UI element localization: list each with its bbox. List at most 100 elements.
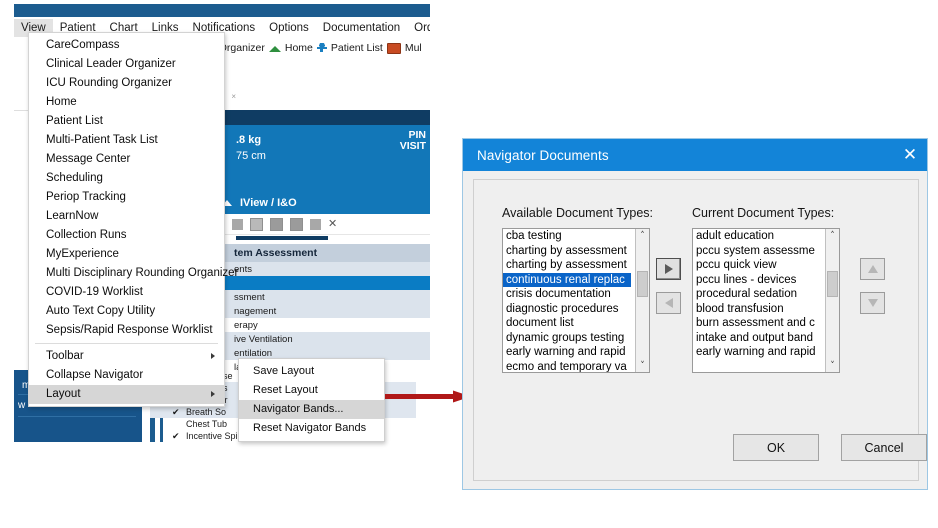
available-list-items[interactable]: cba testing charting by assessment chart… — [503, 229, 631, 373]
list-item[interactable]: crisis documentation — [503, 287, 631, 302]
scrollbar-thumb[interactable] — [637, 271, 648, 297]
menu-item-icu-rounding-organizer[interactable]: ICU Rounding Organizer — [29, 74, 224, 93]
menu-item-learnnow[interactable]: LearnNow — [29, 207, 224, 226]
submenu-item-reset-navigator-bands[interactable]: Reset Navigator Bands — [239, 419, 384, 438]
chevron-right-icon — [211, 353, 215, 359]
menu-item-collapse-navigator[interactable]: Collapse Navigator — [29, 366, 224, 385]
toolbar-multi-label[interactable]: Mul — [405, 42, 422, 54]
remove-document-button[interactable] — [656, 292, 681, 314]
menu-item-carecompass[interactable]: CareCompass — [29, 36, 224, 55]
current-list-scrollbar[interactable]: ˄ ˅ — [825, 229, 839, 372]
toolbar-patient-list-label[interactable]: Patient List — [331, 42, 383, 54]
document-icon[interactable] — [250, 217, 263, 231]
menu-item-patient-list[interactable]: Patient List — [29, 112, 224, 131]
available-list-scrollbar[interactable]: ˄ ˅ — [635, 229, 649, 372]
menu-item-myexperience[interactable]: MyExperience — [29, 245, 224, 264]
list-item-selected[interactable]: continuous renal replac — [503, 272, 631, 287]
app-title-bar — [14, 4, 430, 17]
list-item[interactable]: intake and output band — [693, 331, 821, 346]
toolbar-home-label[interactable]: Home — [285, 42, 313, 54]
menu-item-toolbar-label: Toolbar — [46, 350, 84, 362]
menu-item-toolbar[interactable]: Toolbar — [29, 347, 224, 366]
list-item[interactable]: burn assessment and c — [693, 316, 821, 331]
menu-item-clinical-leader-organizer[interactable]: Clinical Leader Organizer — [29, 55, 224, 74]
menu-item-covid-19-worklist[interactable]: COVID-19 Worklist — [29, 283, 224, 302]
scroll-down-icon[interactable]: ˅ — [636, 359, 649, 372]
menu-item-auto-text-copy-utility[interactable]: Auto Text Copy Utility — [29, 302, 224, 321]
copy-icon[interactable] — [310, 218, 321, 230]
panel-divider — [18, 416, 136, 417]
available-document-types-listbox[interactable]: cba testing charting by assessment chart… — [502, 228, 650, 373]
arrow-up-icon — [867, 265, 878, 273]
list-item[interactable]: early warning and rapid — [503, 345, 631, 360]
list-item[interactable]: dynamic groups testing — [503, 331, 631, 346]
crossed-circle-icon[interactable] — [232, 218, 243, 230]
patient-banner: .8 kg 75 cm PIN VISIT — [212, 125, 430, 192]
menubar-item-documentation[interactable]: Documentation — [316, 19, 407, 37]
menu-item-message-center[interactable]: Message Center — [29, 150, 224, 169]
navigator-row-3[interactable]: nagement — [212, 304, 430, 318]
menu-item-scheduling[interactable]: Scheduling — [29, 169, 224, 188]
menubar-item-options[interactable]: Options — [262, 19, 316, 37]
move-up-button[interactable] — [860, 258, 885, 280]
list-item[interactable]: early warning and rapid — [693, 345, 821, 360]
layout-submenu[interactable]: Save Layout Reset Layout Navigator Bands… — [238, 358, 385, 442]
scrollbar-thumb[interactable] — [827, 271, 838, 297]
iview-io-band[interactable]: IView / I&O — [212, 192, 430, 214]
menu-item-multi-disciplinary-rounding-organizer[interactable]: Multi Disciplinary Rounding Organizer — [29, 264, 238, 283]
list-item[interactable]: pccu system assessme — [693, 244, 821, 259]
scroll-down-icon[interactable]: ˅ — [826, 359, 839, 372]
home-icon[interactable] — [268, 46, 281, 52]
scroll-up-icon[interactable]: ˄ — [826, 229, 839, 242]
list-item[interactable]: pccu lines - devices — [693, 273, 821, 288]
patient-weight: .8 kg — [236, 134, 262, 146]
close-icon[interactable]: ✕ — [893, 146, 927, 164]
red-annotation-arrow — [385, 390, 471, 403]
menu-item-sepsis-rapid-response-worklist[interactable]: Sepsis/Rapid Response Worklist — [29, 321, 224, 340]
list-item[interactable]: blood transfusion — [693, 302, 821, 317]
list-item[interactable]: adult education — [693, 229, 821, 244]
navigator-row-0[interactable]: ents — [212, 262, 430, 276]
add-document-button[interactable] — [656, 258, 681, 280]
square-icon[interactable] — [290, 217, 303, 231]
iview-io-label: IView / I&O — [240, 197, 297, 209]
patient-icon[interactable] — [316, 42, 327, 54]
submenu-item-navigator-bands[interactable]: Navigator Bands... — [239, 400, 384, 419]
cancel-button[interactable]: Cancel — [841, 434, 927, 461]
navigator-row-1[interactable] — [212, 276, 430, 290]
submenu-item-save-layout[interactable]: Save Layout — [239, 362, 384, 381]
list-item[interactable]: diagnostic procedures — [503, 302, 631, 317]
list-item[interactable]: charting by assessment — [503, 244, 631, 259]
view-dropdown-menu[interactable]: CareCompass Clinical Leader Organizer IC… — [28, 32, 238, 407]
documents-results-subitem[interactable]: w — [18, 400, 25, 411]
menu-item-periop-tracking[interactable]: Periop Tracking — [29, 188, 224, 207]
list-item-label: Breath So — [186, 407, 227, 417]
current-list-items[interactable]: adult education pccu system assessme pcc… — [693, 229, 821, 360]
navigator-section-header: tem Assessment — [212, 244, 430, 262]
folder-icon[interactable] — [270, 217, 283, 231]
menu-item-layout[interactable]: Layout — [29, 385, 224, 404]
list-item[interactable]: document list — [503, 316, 631, 331]
navigator-row-5[interactable]: ive Ventilation — [212, 332, 430, 346]
iview-toolbar[interactable]: ✕ — [212, 214, 430, 235]
submenu-item-reset-layout[interactable]: Reset Layout — [239, 381, 384, 400]
list-item[interactable]: ecmo and temporary va — [503, 360, 631, 373]
close-icon[interactable]: ✕ — [328, 218, 339, 230]
ok-button[interactable]: OK — [733, 434, 819, 461]
current-document-types-listbox[interactable]: adult education pccu system assessme pcc… — [692, 228, 840, 373]
navigator-row-2[interactable]: ssment — [212, 290, 430, 304]
list-item[interactable]: pccu quick view — [693, 258, 821, 273]
list-item[interactable]: procedural sedation — [693, 287, 821, 302]
menu-item-home[interactable]: Home — [29, 93, 224, 112]
list-item[interactable]: charting by assessment — [503, 258, 631, 273]
move-down-button[interactable] — [860, 292, 885, 314]
menubar-item-orders[interactable]: Orders — [407, 19, 430, 37]
small-close-icon[interactable]: × — [231, 92, 236, 101]
scroll-up-icon[interactable]: ˄ — [636, 229, 649, 242]
list-item[interactable]: cba testing — [503, 229, 631, 244]
menu-separator — [35, 343, 218, 344]
navigator-row-4[interactable]: erapy — [212, 318, 430, 332]
menu-item-collection-runs[interactable]: Collection Runs — [29, 226, 224, 245]
multi-patient-icon[interactable] — [386, 42, 401, 54]
menu-item-multi-patient-task-list[interactable]: Multi-Patient Task List — [29, 131, 224, 150]
